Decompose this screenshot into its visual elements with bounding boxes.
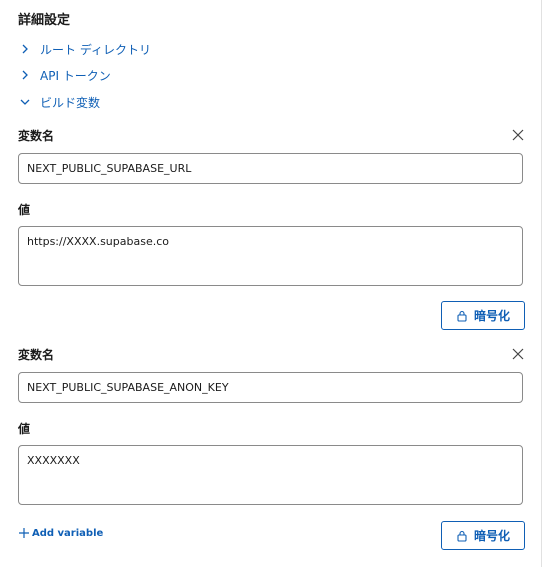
chevron-right-icon <box>22 44 28 54</box>
add-variable-button[interactable]: Add variable <box>18 527 103 539</box>
variable-value-label: 値 <box>18 422 31 436</box>
close-icon[interactable] <box>511 347 525 361</box>
section-label: ルート ディレクトリ <box>40 42 151 57</box>
section-api-token[interactable]: API トークン <box>18 66 111 84</box>
chevron-down-icon <box>20 99 30 105</box>
variable-value-input[interactable]: https://XXXX.supabase.co <box>18 226 523 286</box>
encrypt-button[interactable]: 暗号化 <box>441 521 525 550</box>
variable-name-input[interactable]: NEXT_PUBLIC_SUPABASE_ANON_KEY <box>18 372 523 403</box>
chevron-right-icon <box>22 70 28 80</box>
variable-value-label: 値 <box>18 203 31 217</box>
advanced-settings-panel: 詳細設定 ルート ディレクトリ API トークン ビルド変数 変数名 NEXT_… <box>0 0 542 567</box>
variable-value-input[interactable]: XXXXXXX <box>18 445 523 505</box>
variable-name-label: 変数名 <box>18 129 55 143</box>
encrypt-button-label: 暗号化 <box>473 309 510 323</box>
variable-name-input[interactable]: NEXT_PUBLIC_SUPABASE_URL <box>18 153 523 184</box>
lock-icon <box>457 530 467 542</box>
add-variable-label: Add variable <box>32 527 104 539</box>
encrypt-button-label: 暗号化 <box>473 529 510 543</box>
variable-name-label: 変数名 <box>18 348 55 362</box>
panel-title: 詳細設定 <box>18 13 71 28</box>
lock-icon <box>457 310 467 322</box>
plus-icon <box>19 528 29 538</box>
close-icon[interactable] <box>511 128 525 142</box>
section-build-variables[interactable]: ビルド変数 <box>18 93 100 111</box>
section-label: ビルド変数 <box>40 95 101 110</box>
encrypt-button[interactable]: 暗号化 <box>441 301 525 330</box>
section-root-directory[interactable]: ルート ディレクトリ <box>18 40 151 58</box>
section-label: API トークン <box>40 68 111 83</box>
